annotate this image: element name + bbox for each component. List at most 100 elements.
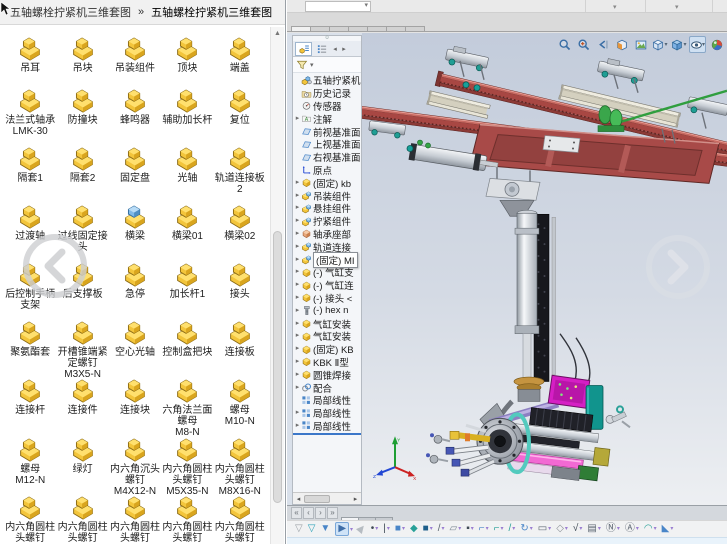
library-part-item[interactable]: 端盖 xyxy=(214,27,266,79)
scroll-right-icon[interactable]: ▸ xyxy=(350,495,361,503)
feature-tree-item[interactable]: ▸ KBK Ⅱ型 xyxy=(294,356,361,369)
feature-tree-tab[interactable] xyxy=(295,42,312,56)
feature-tree-item[interactable]: ▸ (-) 气缸支 xyxy=(294,266,361,279)
library-part-item[interactable]: 固定盘 xyxy=(109,137,161,195)
feature-tree-item[interactable]: ▸ 吊装组件 xyxy=(294,189,361,202)
expand-toggle-icon[interactable]: ▸ xyxy=(294,420,301,432)
library-part-item[interactable]: 光轴 xyxy=(161,137,213,195)
library-part-item[interactable]: 连接杆 xyxy=(4,369,56,427)
tab-sketch[interactable] xyxy=(329,26,349,31)
library-part-item[interactable]: 空心光轴 xyxy=(109,311,161,369)
previous-view-icon[interactable]: ▾ xyxy=(594,36,611,53)
breadcrumb-folder[interactable]: 五轴螺栓拧紧机三维套图 xyxy=(10,4,131,20)
tab-scroll-left[interactable]: ◂ xyxy=(331,45,339,53)
line-icon[interactable]: | ▾ xyxy=(383,523,390,535)
library-part-item[interactable]: 接头 xyxy=(214,253,266,311)
library-part-item[interactable]: 顶块 xyxy=(161,27,213,79)
library-part-item[interactable]: 内六角沉头 螺钉 M4X12-N xyxy=(109,428,161,486)
library-part-item[interactable]: 吊块 xyxy=(56,27,108,79)
feature-tree-item[interactable]: ▸ (-) 接头 < xyxy=(294,292,361,305)
tab-assembly[interactable] xyxy=(291,26,311,31)
library-part-item[interactable]: 内六角圆柱 头螺钉 M5X35-N xyxy=(161,428,213,486)
display-style-icon[interactable]: ▾ xyxy=(670,36,687,53)
expand-toggle-icon[interactable]: ▸ xyxy=(294,266,301,278)
tab-mbd[interactable] xyxy=(405,26,425,31)
feature-tree-item[interactable]: 原点 xyxy=(294,164,361,177)
expand-toggle-icon[interactable]: ▸ xyxy=(294,369,301,381)
expand-toggle-icon[interactable]: ▸ xyxy=(294,228,301,240)
feature-tree-item[interactable]: ▸ 悬挂组件 xyxy=(294,202,361,215)
breadcrumb-current[interactable]: 五轴螺栓拧紧机三维套图 xyxy=(151,4,272,20)
library-part-item[interactable]: 内六角圆柱 头螺钉 M8X16-N xyxy=(214,428,266,486)
library-part-item[interactable]: 连接板 xyxy=(214,311,266,369)
next-page-overlay-button[interactable] xyxy=(646,235,710,299)
tab-layout[interactable] xyxy=(310,26,330,31)
library-part-item[interactable]: 内六角圆柱 头螺钉 M10X40- N xyxy=(214,486,266,544)
library-part-item[interactable]: 轨道连接板 2 xyxy=(214,137,266,195)
library-part-item[interactable]: 横梁 xyxy=(109,195,161,253)
expand-toggle-icon[interactable]: ▸ xyxy=(294,407,301,419)
library-part-item[interactable]: 横梁02 xyxy=(214,195,266,253)
expand-toggle-icon[interactable]: ▸ xyxy=(294,318,301,330)
hide-show-items-icon[interactable]: ▾ xyxy=(689,36,706,53)
scroll-left-icon[interactable]: ◂ xyxy=(293,495,304,503)
feature-tree-item[interactable]: 上视基准面 xyxy=(294,138,361,151)
rotate-icon[interactable]: ↻ ▾ xyxy=(520,523,532,535)
library-part-item[interactable]: 隔套2 xyxy=(56,137,108,195)
select-arrow-icon[interactable]: ▶ ▾ xyxy=(335,522,353,536)
library-part-item[interactable]: 内六角圆柱 头螺钉 M8X35-N xyxy=(56,486,108,544)
library-part-item[interactable]: 螺母 M12-N xyxy=(4,428,56,486)
corner-icon[interactable]: ⌐ ▾ xyxy=(479,523,489,535)
scroll-up-icon[interactable]: ▲ xyxy=(271,27,284,40)
feature-tree-item[interactable]: ▸ 局部线性 xyxy=(294,407,361,420)
feature-panel-hscrollbar[interactable]: ◂ ▸ xyxy=(293,492,361,504)
filter-solid-icon[interactable]: ▼ ▾ xyxy=(320,523,330,535)
vertex-icon[interactable]: ▪ ▾ xyxy=(466,523,474,535)
feature-tree-item[interactable]: ▸ (-) hex n xyxy=(294,304,361,317)
feature-tree-item[interactable]: 局部线性 xyxy=(294,394,361,407)
quick-access-dropdown[interactable]: ▾ xyxy=(305,1,371,12)
expand-toggle-icon[interactable]: ▸ xyxy=(294,254,301,266)
eraser-icon[interactable]: ◇ ▾ xyxy=(556,523,568,535)
zoom-to-area-icon[interactable]: ▾ xyxy=(575,36,592,53)
tab-nav-next[interactable]: › xyxy=(315,507,326,519)
library-part-item[interactable]: 聚氨酯套 xyxy=(4,311,56,369)
feature-tree-item[interactable]: ▸ (固定) kb xyxy=(294,176,361,189)
diagonal-icon[interactable]: / ▾ xyxy=(509,523,516,535)
filter-graphics-icon[interactable]: ▽ ▾ xyxy=(295,523,303,535)
library-part-item[interactable]: 内六角圆柱 头螺钉 M10X30- N xyxy=(161,486,213,544)
library-part-item[interactable]: 开槽锥端紧 定螺钉 M3X5-N xyxy=(56,311,108,369)
filter-edges-icon[interactable]: ▽ ▾ xyxy=(308,523,316,535)
expand-toggle-icon[interactable]: ▸ xyxy=(294,382,301,394)
library-part-item[interactable]: 复位 xyxy=(214,79,266,137)
library-part-item[interactable]: 内六角圆柱 头螺钉 M8X40-N xyxy=(109,486,161,544)
feature-tree-item[interactable]: ▸ 圆锥焊接 xyxy=(294,368,361,381)
library-part-item[interactable]: 绿灯 xyxy=(56,428,108,486)
library-part-item[interactable]: 急停 xyxy=(109,253,161,311)
library-part-item[interactable]: 法兰式轴承 LMK-30 xyxy=(4,79,56,137)
tree-filter[interactable]: ▾ xyxy=(293,57,361,73)
library-part-item[interactable]: 控制盒把块 xyxy=(161,311,213,369)
measure-icon[interactable]: ◣ ▾ xyxy=(662,523,674,535)
text-style-icon[interactable]: Ⓐ ▾ xyxy=(625,523,639,535)
tab-scroll-right[interactable]: ▸ xyxy=(340,45,348,53)
centerline-icon[interactable]: ⌐ ▾ xyxy=(494,523,504,535)
board-icon[interactable]: ▭ ▾ xyxy=(538,523,551,535)
dropdown-caret-icon[interactable]: ▾ xyxy=(675,3,679,11)
feature-tree-item[interactable]: ▸ 局部线性 xyxy=(294,420,361,433)
library-part-item[interactable]: 连接件 xyxy=(56,369,108,427)
tab-evaluate[interactable] xyxy=(367,26,387,31)
tab-annotation[interactable] xyxy=(348,26,368,31)
tab-nav-last[interactable]: » xyxy=(327,507,338,519)
library-part-item[interactable]: 内六角圆柱 头螺钉 M8X25-N xyxy=(4,486,56,544)
arc-icon[interactable]: ◠ ▾ xyxy=(644,523,657,535)
library-part-item[interactable]: 吊耳 xyxy=(4,27,56,79)
library-part-item[interactable]: 吊装组件 xyxy=(109,27,161,79)
library-part-item[interactable]: 隔套1 xyxy=(4,137,56,195)
lasso-select-icon[interactable]: ▶ ▾ xyxy=(358,523,366,535)
expand-toggle-icon[interactable]: ▸ xyxy=(294,330,301,342)
expand-toggle-icon[interactable]: ▸ xyxy=(294,241,301,253)
library-part-item[interactable]: 螺母 M10-N xyxy=(214,369,266,427)
feature-tree-item[interactable]: ▸ 注解 xyxy=(294,112,361,125)
prev-page-overlay-button[interactable] xyxy=(23,234,87,298)
